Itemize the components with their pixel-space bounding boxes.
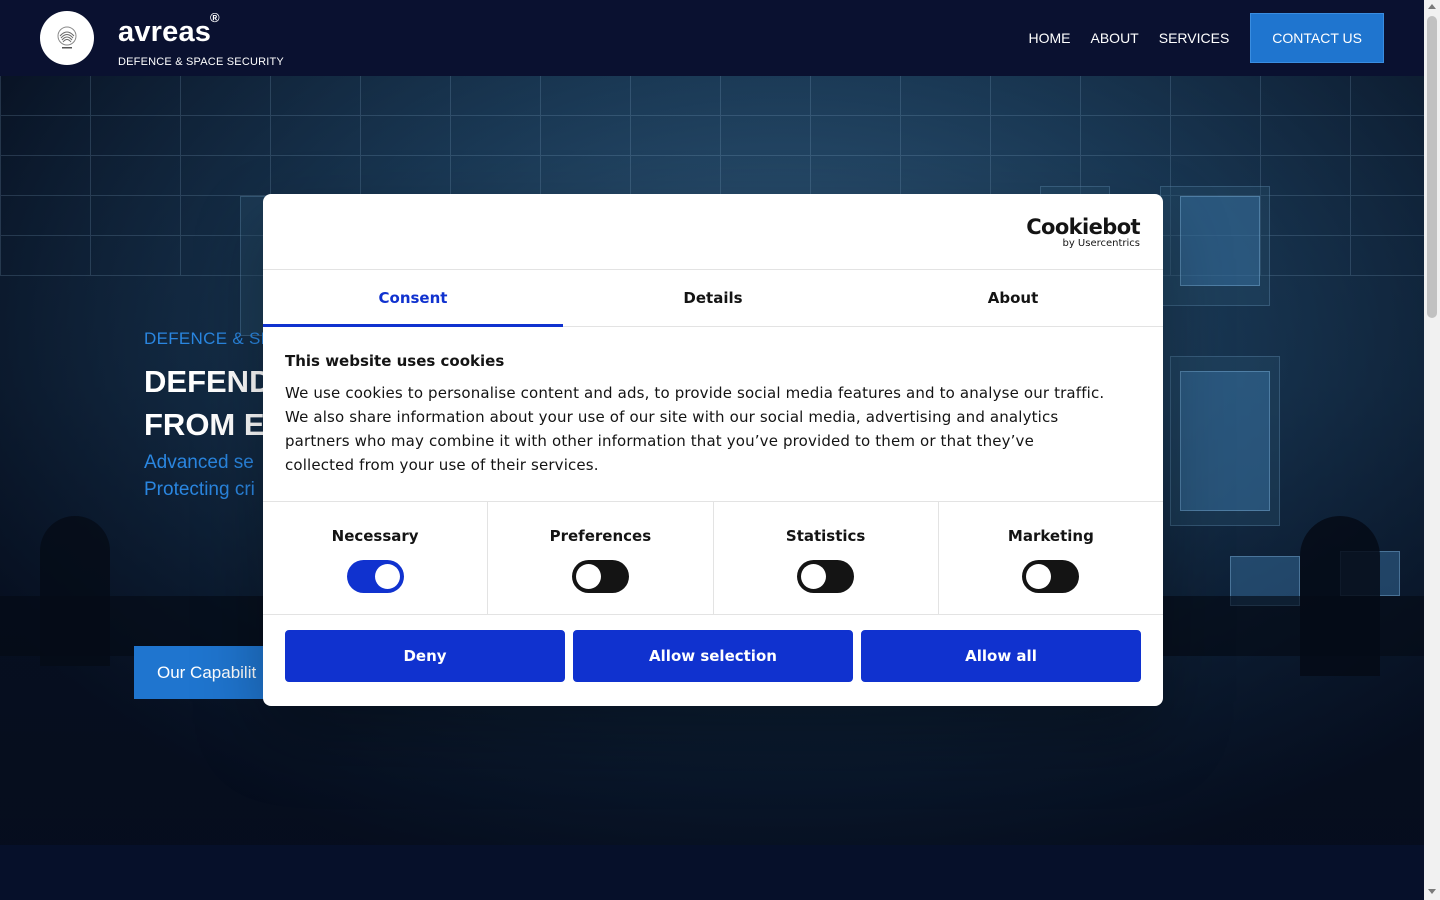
main-nav: HOME ABOUT SERVICES CONTACT US — [1009, 13, 1384, 63]
scroll-up-arrow-icon[interactable] — [1428, 4, 1436, 9]
cookie-heading: This website uses cookies — [285, 352, 505, 370]
operator-silhouette — [1300, 516, 1380, 676]
scroll-down-arrow-icon[interactable] — [1428, 889, 1436, 894]
hero-subtitle-line: Protecting cri — [144, 479, 255, 500]
cookie-body: This website uses cookies We use cookies… — [285, 352, 1105, 477]
nav-services[interactable]: SERVICES — [1159, 30, 1230, 46]
hero-subtitle-line: Advanced se — [144, 452, 254, 473]
toggle-knob — [575, 564, 601, 589]
toggle-knob — [801, 564, 827, 589]
scrollbar-thumb[interactable] — [1427, 16, 1437, 318]
toggle-knob — [1026, 564, 1052, 589]
category-marketing: Marketing — [937, 502, 1163, 614]
cookiebot-logo[interactable]: Cookiebot by Usercentrics — [1026, 216, 1140, 250]
category-statistics: Statistics — [712, 502, 938, 614]
contact-us-button[interactable]: CONTACT US — [1250, 13, 1384, 63]
allow-all-button[interactable]: Allow all — [861, 630, 1141, 682]
hero-overline: DEFENCE & SP — [144, 329, 273, 348]
marketing-toggle[interactable] — [1022, 560, 1080, 593]
cookie-categories: Necessary Preferences Statistics Marketi… — [263, 501, 1163, 615]
preferences-toggle[interactable] — [571, 560, 629, 593]
category-preferences: Preferences — [487, 502, 712, 614]
statistics-toggle[interactable] — [797, 560, 855, 593]
category-necessary: Necessary — [263, 502, 487, 614]
category-label: Preferences — [549, 527, 652, 545]
registered-mark: ® — [210, 10, 220, 25]
category-label: Necessary — [331, 527, 419, 545]
tab-consent[interactable]: Consent — [263, 270, 563, 327]
cookie-tabs: Consent Details About — [263, 269, 1163, 327]
hero-subtitle: Advanced se Protecting cri — [144, 449, 255, 503]
brand-logo[interactable] — [40, 11, 94, 65]
brand-tagline: DEFENCE & SPACE SECURITY — [118, 56, 284, 68]
allow-selection-button[interactable]: Allow selection — [573, 630, 853, 682]
cookie-description: We use cookies to personalise content an… — [285, 384, 1105, 474]
operator-silhouette — [40, 516, 110, 666]
cookie-consent-dialog: Cookiebot by Usercentrics Consent Detail… — [263, 194, 1163, 706]
tab-about[interactable]: About — [863, 270, 1163, 326]
cookiebot-logo-byline: by Usercentrics — [1062, 238, 1140, 249]
cookiebot-logo-text: Cookiebot — [1026, 215, 1140, 239]
category-label: Statistics — [785, 527, 866, 545]
necessary-toggle[interactable] — [346, 560, 404, 593]
toggle-knob — [374, 564, 400, 589]
cookie-actions: Deny Allow selection Allow all — [285, 630, 1141, 682]
tab-details[interactable]: Details — [563, 270, 863, 326]
page-scrollbar[interactable] — [1424, 0, 1440, 900]
category-label: Marketing — [1007, 527, 1094, 545]
nav-about[interactable]: ABOUT — [1091, 30, 1139, 46]
deny-button[interactable]: Deny — [285, 630, 565, 682]
site-header: avreas ® DEFENCE & SPACE SECURITY HOME A… — [0, 0, 1424, 76]
brand-name[interactable]: avreas — [118, 16, 211, 49]
wall-screen-display — [1180, 371, 1270, 511]
wall-screen-display — [1180, 196, 1260, 286]
page-section-below-hero — [0, 845, 1424, 900]
nav-home[interactable]: HOME — [1029, 30, 1071, 46]
fingerprint-globe-icon — [57, 26, 77, 49]
